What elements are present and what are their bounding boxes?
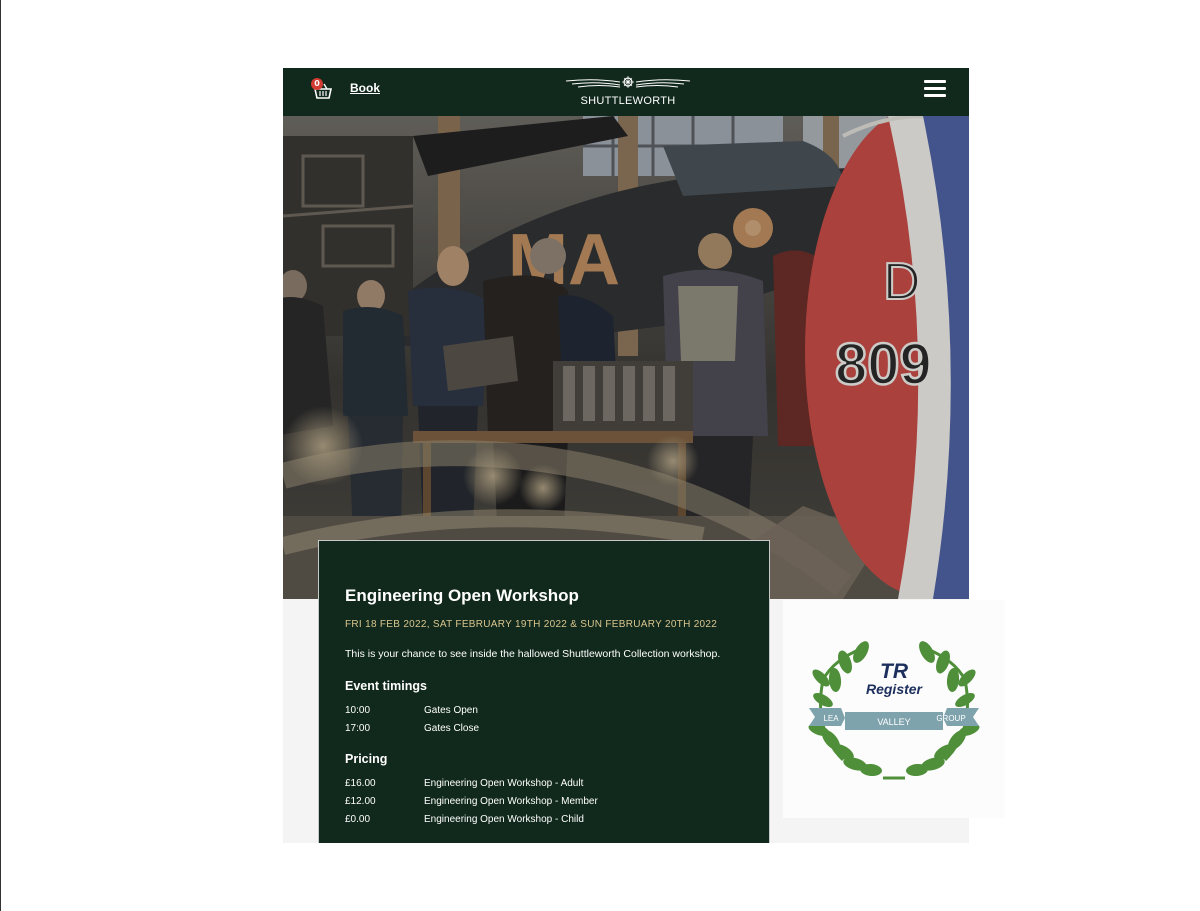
ribbon-mid-text: VALLEY xyxy=(877,717,910,727)
left-edge-rule xyxy=(0,0,1,911)
book-link[interactable]: Book xyxy=(350,81,380,95)
hero-image: MA xyxy=(283,116,969,599)
price-label: Engineering Open Workshop - Member xyxy=(424,796,598,807)
logo-text: SHUTTLEWORTH xyxy=(580,95,676,107)
price-row: £16.00 Engineering Open Workshop - Adult xyxy=(345,778,583,789)
basket-button[interactable]: 0 xyxy=(309,78,337,106)
timing-row: 10:00 Gates Open xyxy=(345,705,478,716)
hamburger-menu-icon[interactable] xyxy=(924,80,946,98)
price-value: £16.00 xyxy=(345,778,376,789)
price-row: £12.00 Engineering Open Workshop - Member xyxy=(345,796,598,807)
ribbon-right-text: GROUP xyxy=(936,714,965,723)
price-label: Engineering Open Workshop - Adult xyxy=(424,778,584,789)
event-description: This is your chance to see inside the ha… xyxy=(345,648,721,660)
workshop-photo: MA xyxy=(283,116,969,599)
shuttleworth-logo[interactable]: SHUTTLEWORTH xyxy=(564,75,692,111)
logo-wings-icon xyxy=(565,76,691,88)
timing-label: Gates Close xyxy=(424,723,480,734)
timings-heading: Event timings xyxy=(345,679,427,693)
event-card: Engineering Open Workshop FRI 18 FEB 202… xyxy=(318,540,770,843)
price-label: Engineering Open Workshop - Child xyxy=(424,814,584,825)
price-value: £12.00 xyxy=(345,796,376,807)
timing-time: 10:00 xyxy=(345,705,371,716)
ribbon-left-text: LEA xyxy=(823,714,839,723)
timing-label: Gates Open xyxy=(424,705,478,716)
timing-time: 17:00 xyxy=(345,723,371,734)
event-title: Engineering Open Workshop xyxy=(345,586,579,605)
price-row: £0.00 Engineering Open Workshop - Child xyxy=(345,814,584,825)
register-text: Register xyxy=(866,681,924,697)
basket-count-badge: 0 xyxy=(311,78,323,90)
site-header: 0 Book SHUTTLEWORTH xyxy=(283,68,969,116)
sponsor-logo-panel: TR Register LEA VALLEY GROUP xyxy=(783,600,1005,818)
event-dates: FRI 18 FEB 2022, SAT FEBRUARY 19TH 2022 … xyxy=(345,619,718,630)
tr-text: TR xyxy=(880,660,909,683)
timing-row: 17:00 Gates Close xyxy=(345,723,479,734)
tr-register-logo: TR Register LEA VALLEY GROUP xyxy=(808,641,980,780)
price-value: £0.00 xyxy=(345,814,371,825)
pricing-heading: Pricing xyxy=(345,752,388,766)
